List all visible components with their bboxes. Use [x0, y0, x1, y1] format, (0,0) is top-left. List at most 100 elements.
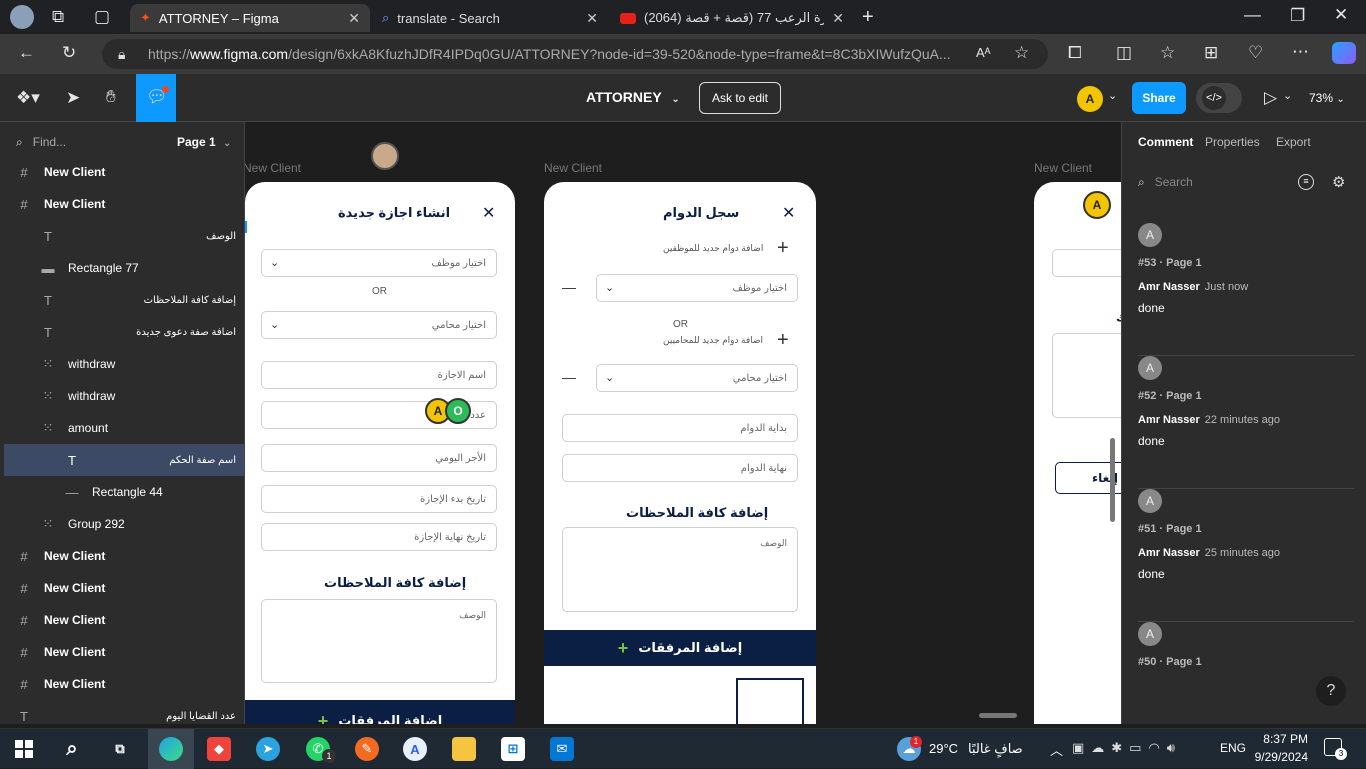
- zoom-level[interactable]: 73% ⌄: [1309, 91, 1345, 105]
- layer-item[interactable]: T اضافة صفة دعوى جديدة: [4, 316, 244, 348]
- page-selector[interactable]: Page 1 ⌄: [177, 135, 231, 149]
- close-tab-icon[interactable]: ✕: [586, 10, 598, 27]
- figma-menu-icon[interactable]: ❖▾: [16, 89, 40, 106]
- plus-icon[interactable]: +: [777, 329, 789, 352]
- file-explorer-icon[interactable]: [452, 737, 476, 761]
- shift-start-field[interactable]: بداية الدوام: [562, 414, 798, 442]
- description-textarea[interactable]: الوصف: [261, 599, 497, 683]
- layer-item[interactable]: # New Client: [4, 188, 244, 220]
- task-view-icon[interactable]: ⧉: [108, 737, 132, 761]
- frame-new-leave[interactable]: انشاء اجازة جديدة ✕ ⌄ اختيار موظف OR ⌄ اخت…: [245, 182, 515, 724]
- close-icon[interactable]: ✕: [782, 203, 795, 223]
- hand-tool-icon[interactable]: ✋︎: [106, 88, 116, 105]
- more-menu-icon[interactable]: ⋯: [1292, 43, 1309, 60]
- settings-sliders-icon[interactable]: ⚙︎: [1332, 173, 1345, 191]
- layer-item[interactable]: ⁙ withdraw: [4, 380, 244, 412]
- comment-tool-button[interactable]: 💬︎: [136, 74, 176, 122]
- employee-select[interactable]: ⌄ اختيار موظف: [261, 249, 497, 277]
- frame-attendance-log[interactable]: سجل الدوام ✕ اضافة دوام جديد للموظفين + …: [544, 182, 816, 724]
- leave-name-field[interactable]: اسم الاجازة: [261, 361, 497, 389]
- search-icon[interactable]: ⌕: [60, 737, 84, 761]
- tab-properties[interactable]: Properties: [1205, 135, 1260, 149]
- layer-item[interactable]: T عدد القضايا اليوم: [4, 700, 244, 724]
- close-icon[interactable]: ✕: [482, 203, 495, 223]
- input-box[interactable]: [1052, 249, 1121, 277]
- tab-actions-icon[interactable]: ▢: [94, 8, 110, 25]
- tab-figma[interactable]: ✦ ATTORNEY – Figma ✕: [130, 4, 370, 32]
- back-icon[interactable]: ←: [18, 44, 35, 61]
- attachment-box[interactable]: [736, 678, 804, 724]
- user-avatar[interactable]: A: [1077, 86, 1103, 112]
- tab-comment[interactable]: Comment: [1138, 135, 1193, 149]
- collections-icon[interactable]: ⊞: [1204, 44, 1218, 61]
- favorite-star-icon[interactable]: ☆: [1014, 44, 1029, 61]
- vertical-scrollbar[interactable]: [1110, 438, 1115, 522]
- layer-item[interactable]: T اسم صفة الحكم: [4, 444, 244, 476]
- layer-item[interactable]: ⁙ amount: [4, 412, 244, 444]
- layer-item[interactable]: ⁙ withdraw: [4, 348, 244, 380]
- favorites-icon[interactable]: ☆: [1160, 44, 1175, 61]
- add-attachments-button[interactable]: + إضافة المرفقات: [245, 700, 515, 724]
- ask-to-edit-button[interactable]: Ask to edit: [699, 82, 781, 114]
- chevron-up-icon[interactable]: ︿: [1050, 740, 1063, 759]
- end-date-field[interactable]: تاريخ نهاية الإجازة: [261, 523, 497, 551]
- layer-item[interactable]: ▬ Rectangle 77: [4, 252, 244, 284]
- copilot-icon[interactable]: [1332, 42, 1356, 64]
- extensions-icon[interactable]: ⧠: [1068, 44, 1082, 61]
- layer-item[interactable]: # New Client: [4, 572, 244, 604]
- workspaces-icon[interactable]: ⧉: [52, 8, 64, 25]
- translator-icon[interactable]: A: [403, 737, 427, 761]
- comment-item[interactable]: A #53 · Page 1 Amr Nasser Just now done: [1138, 223, 1354, 356]
- restore-icon[interactable]: ❐: [1290, 7, 1305, 24]
- close-window-icon[interactable]: ✕: [1334, 6, 1348, 23]
- dev-mode-toggle[interactable]: </>: [1196, 83, 1242, 113]
- present-play-icon[interactable]: ▷: [1264, 89, 1277, 106]
- textarea-box[interactable]: [1052, 333, 1121, 418]
- layer-search[interactable]: ⌕ Find...: [16, 132, 166, 152]
- start-date-field[interactable]: تاريخ بدء الإجازة: [261, 485, 497, 513]
- move-tool-icon[interactable]: ➤: [66, 89, 80, 106]
- comment-search[interactable]: ⌕ Search: [1138, 175, 1288, 190]
- daily-wage-field[interactable]: الأجر اليومي: [261, 444, 497, 472]
- layer-item[interactable]: # New Client: [4, 540, 244, 572]
- anydesk-icon[interactable]: ◆: [207, 737, 231, 761]
- horizontal-scrollbar[interactable]: [979, 713, 1017, 718]
- layer-item[interactable]: T إضافة كافة الملاحظات: [4, 284, 244, 316]
- comment-item[interactable]: A #51 · Page 1 Amr Nasser 25 minutes ago don…: [1138, 489, 1354, 622]
- description-textarea[interactable]: الوصف: [562, 527, 798, 612]
- profile-avatar-icon[interactable]: [10, 5, 34, 29]
- edge-taskbar-active[interactable]: [148, 729, 194, 769]
- layer-item[interactable]: # New Client: [4, 604, 244, 636]
- store-icon[interactable]: ⊞: [501, 737, 525, 761]
- shift-end-field[interactable]: نهاية الدوام: [562, 454, 798, 482]
- plus-icon[interactable]: +: [777, 237, 789, 260]
- design-canvas[interactable]: New Client New Client New Client انشاء ا…: [245, 122, 1121, 724]
- lawyer-select[interactable]: ⌄ اختيار محامي: [261, 311, 497, 339]
- lawyer-select[interactable]: ⌄ اختيار محامي: [596, 364, 798, 392]
- layer-item[interactable]: # New Client: [4, 668, 244, 700]
- tab-export[interactable]: Export: [1276, 135, 1311, 149]
- vector-app-icon[interactable]: ✎: [355, 737, 379, 761]
- url-field[interactable]: 🔒︎ https://www.figma.com/design/6xkA8Kfu…: [102, 39, 1048, 69]
- language-indicator[interactable]: ENG: [1220, 741, 1246, 755]
- help-button[interactable]: ?: [1316, 676, 1346, 706]
- file-title[interactable]: ATTORNEY ⌄: [586, 89, 680, 105]
- frame-label[interactable]: New Client: [544, 161, 602, 175]
- browser-essentials-icon[interactable]: ♡: [1248, 44, 1263, 61]
- frame-new-client-3[interactable]: ك إلغاء: [1034, 182, 1121, 724]
- close-tab-icon[interactable]: ✕: [348, 10, 360, 27]
- mail-icon[interactable]: ✉: [550, 737, 574, 761]
- layer-item[interactable]: — Rectangle 44: [4, 476, 244, 508]
- tab-translate[interactable]: ⌕ translate - Search ✕: [372, 4, 608, 32]
- frame-label[interactable]: New Client: [1034, 161, 1092, 175]
- clock-time[interactable]: 8:37 PM: [1260, 732, 1308, 746]
- read-aloud-icon[interactable]: Aᴬ: [976, 46, 991, 59]
- frame-label[interactable]: New Client: [245, 161, 301, 175]
- add-attachments-button[interactable]: + إضافة المرفقات: [544, 630, 816, 666]
- split-screen-icon[interactable]: ◫: [1116, 44, 1132, 61]
- comment-item[interactable]: A #52 · Page 1 Amr Nasser 22 minutes ago don…: [1138, 356, 1354, 489]
- employee-select[interactable]: ⌄ اختيار موظف: [596, 274, 798, 302]
- filter-icon[interactable]: ≡: [1298, 174, 1314, 190]
- minus-icon[interactable]: —: [562, 279, 576, 295]
- windows-start-icon[interactable]: [15, 740, 33, 758]
